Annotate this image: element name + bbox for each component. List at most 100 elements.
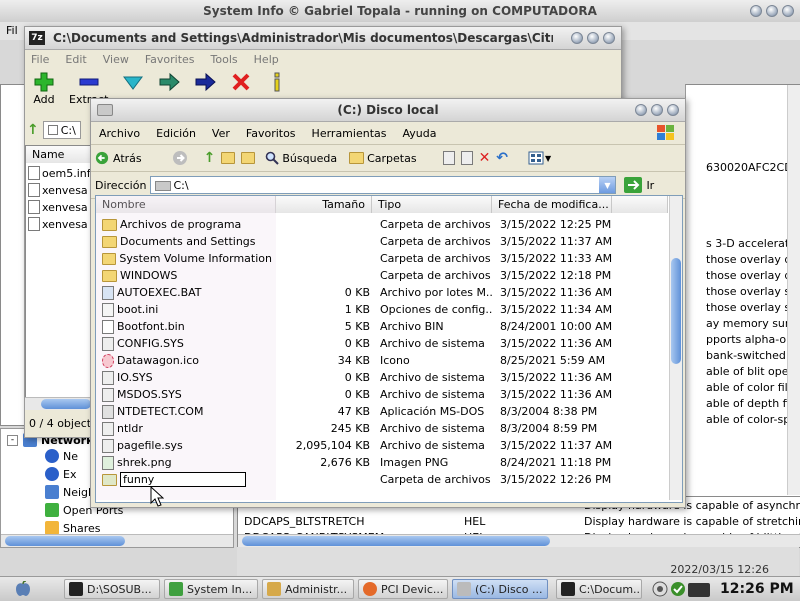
search-button[interactable]: Búsqueda: [265, 151, 337, 165]
tray-network-icon[interactable]: [652, 581, 668, 597]
sevenzip-menu-help[interactable]: Help: [254, 53, 279, 66]
file-row[interactable]: shrek.png 2,676 KB Imagen PNG 8/24/2021 11:…: [96, 454, 668, 471]
forward-arrow-icon[interactable]: [172, 150, 188, 166]
go-button[interactable]: Ir: [624, 177, 654, 193]
file-name: WINDOWS: [120, 269, 178, 282]
file-type: Carpeta de archivos: [380, 269, 491, 282]
tree-expander[interactable]: -: [7, 435, 18, 446]
sevenzip-menu-file[interactable]: File: [31, 53, 49, 66]
sevenzip-file-row[interactable]: xenvesa: [28, 183, 88, 197]
sevenzip-hscroll-thumb[interactable]: [41, 399, 91, 409]
file-type: Aplicación MS-DOS: [380, 405, 485, 418]
maximize-button[interactable]: [766, 5, 778, 17]
explorer-menu-3[interactable]: Favoritos: [246, 127, 296, 140]
file-row[interactable]: NTDETECT.COM 47 KB Aplicación MS-DOS 8/3/20…: [96, 403, 668, 420]
column-header-date[interactable]: Fecha de modifica...: [492, 196, 612, 213]
file-type: Archivo de sistema: [380, 371, 485, 384]
tree-item[interactable]: Neigh: [45, 485, 95, 499]
taskbar-button[interactable]: System In...: [164, 579, 258, 599]
up-folder-icon[interactable]: ↑: [27, 122, 39, 138]
main-hscrollbar[interactable]: [238, 534, 800, 547]
address-value: C:\: [173, 178, 189, 192]
explorer-minimize-button[interactable]: [635, 104, 647, 116]
tree-hscroll-thumb[interactable]: [5, 536, 125, 546]
file-row[interactable]: MSDOS.SYS 0 KB Archivo de sistema 3/15/2022…: [96, 386, 668, 403]
sevenzip-path-field[interactable]: C:\: [42, 121, 81, 139]
minimize-button[interactable]: [750, 5, 762, 17]
move-icon[interactable]: [442, 151, 455, 165]
explorer-menu-0[interactable]: Archivo: [99, 127, 140, 140]
explorer-close-button[interactable]: [667, 104, 679, 116]
file-row[interactable]: AUTOEXEC.BAT 0 KB Archivo por lotes M... 3/…: [96, 284, 668, 301]
explorer-vscrollbar[interactable]: [669, 196, 682, 500]
sevenzip-hscrollbar[interactable]: [25, 397, 95, 410]
copy-arrow-icon: [158, 71, 181, 93]
right-vscrollbar[interactable]: [787, 85, 800, 495]
tree-item[interactable]: Ne: [45, 449, 78, 463]
sevenzip-file-name: oem5.inf: [42, 166, 91, 180]
sevenzip-toolbar-button-0[interactable]: Add: [33, 71, 55, 106]
sevenzip-menu-edit[interactable]: Edit: [65, 53, 86, 66]
sevenzip-menu-favorites[interactable]: Favorites: [145, 53, 195, 66]
file-row[interactable]: boot.ini 1 KB Opciones de config... 3/15/20…: [96, 301, 668, 318]
undo-icon[interactable]: ↶: [496, 150, 508, 166]
tree-item[interactable]: Shares: [45, 521, 100, 535]
address-field[interactable]: C:\ ▼: [150, 176, 617, 194]
column-header-type[interactable]: Tipo: [372, 196, 492, 213]
explorer-vscroll-thumb[interactable]: [671, 258, 681, 364]
column-header-size[interactable]: Tamaño: [276, 196, 372, 213]
tree-item[interactable]: Ex: [45, 467, 76, 481]
taskbar-button[interactable]: (C:) Disco ...: [452, 579, 548, 599]
admin-icon: [267, 582, 281, 596]
file-name-cell: System Volume Information: [102, 252, 272, 265]
start-menu-icon[interactable]: [14, 581, 32, 597]
tray-update-icon[interactable]: [670, 581, 686, 597]
back-button[interactable]: Atrás: [95, 151, 142, 165]
sevenzip-menu-tools[interactable]: Tools: [211, 53, 238, 66]
file-row[interactable]: Datawagon.ico 34 KB Icono 8/25/2021 5:59 AM: [96, 352, 668, 369]
copy-icon[interactable]: [460, 151, 473, 165]
tree-hscrollbar[interactable]: [1, 534, 233, 547]
main-hscroll-thumb[interactable]: [242, 536, 550, 546]
sevenzip-file-row[interactable]: oem5.inf: [28, 166, 91, 180]
file-row[interactable]: WINDOWS Carpeta de archivos 3/15/2022 12:1…: [96, 267, 668, 284]
sevenzip-file-row[interactable]: xenvesa: [28, 200, 88, 214]
sevenzip-maximize-button[interactable]: [587, 32, 599, 44]
tray-display-icon[interactable]: [688, 583, 710, 597]
main-menu-file[interactable]: Fil: [6, 24, 18, 37]
explorer-menu-2[interactable]: Ver: [212, 127, 230, 140]
file-row[interactable]: System Volume Information Carpeta de arch…: [96, 250, 668, 267]
up-folder-button[interactable]: ↑: [204, 150, 216, 166]
delete-icon[interactable]: ✕: [479, 150, 491, 166]
taskbar-button[interactable]: D:\SOSUB...: [64, 579, 160, 599]
file-row[interactable]: Archivos de programa Carpeta de archivos 3…: [96, 216, 668, 233]
file-row[interactable]: Documents and Settings Carpeta de archivo…: [96, 233, 668, 250]
folders-button[interactable]: Carpetas: [349, 152, 417, 165]
file-row[interactable]: CONFIG.SYS 0 KB Archivo de sistema 3/15/202…: [96, 335, 668, 352]
file-row[interactable]: Bootfont.bin 5 KB Archivo BIN 8/24/2001 10:…: [96, 318, 668, 335]
sevenzip-file-row[interactable]: xenvesa: [28, 217, 88, 231]
file-row[interactable]: ntldr 245 KB Archivo de sistema 8/3/2004 8:…: [96, 420, 668, 437]
move-to-icon[interactable]: [241, 152, 256, 164]
close-button[interactable]: [782, 5, 794, 17]
rename-input[interactable]: [120, 472, 246, 487]
file-name-cell: WINDOWS: [102, 269, 272, 282]
file-row[interactable]: pagefile.sys 2,095,104 KB Archivo de siste…: [96, 437, 668, 454]
address-dropdown-button[interactable]: ▼: [599, 177, 616, 193]
sevenzip-column-name[interactable]: Name: [26, 146, 96, 163]
explorer-menu-1[interactable]: Edición: [156, 127, 196, 140]
copy-to-icon[interactable]: [221, 152, 236, 164]
file-row[interactable]: IO.SYS 0 KB Archivo de sistema 3/15/2022 11…: [96, 369, 668, 386]
explorer-menu-4[interactable]: Herramientas: [312, 127, 387, 140]
taskbar-button[interactable]: Administr...: [262, 579, 354, 599]
explorer-menu-5[interactable]: Ayuda: [402, 127, 436, 140]
explorer-maximize-button[interactable]: [651, 104, 663, 116]
sevenzip-menu-view[interactable]: View: [103, 53, 129, 66]
new-folder-row[interactable]: Carpeta de archivos 3/15/2022 12:26 PM: [96, 471, 668, 488]
taskbar-button[interactable]: PCI Devic...: [358, 579, 448, 599]
sevenzip-minimize-button[interactable]: [571, 32, 583, 44]
sevenzip-icon: [561, 582, 575, 596]
taskbar-button[interactable]: C:\Docum...: [556, 579, 642, 599]
views-button[interactable]: ▼: [528, 151, 551, 165]
sevenzip-close-button[interactable]: [603, 32, 615, 44]
